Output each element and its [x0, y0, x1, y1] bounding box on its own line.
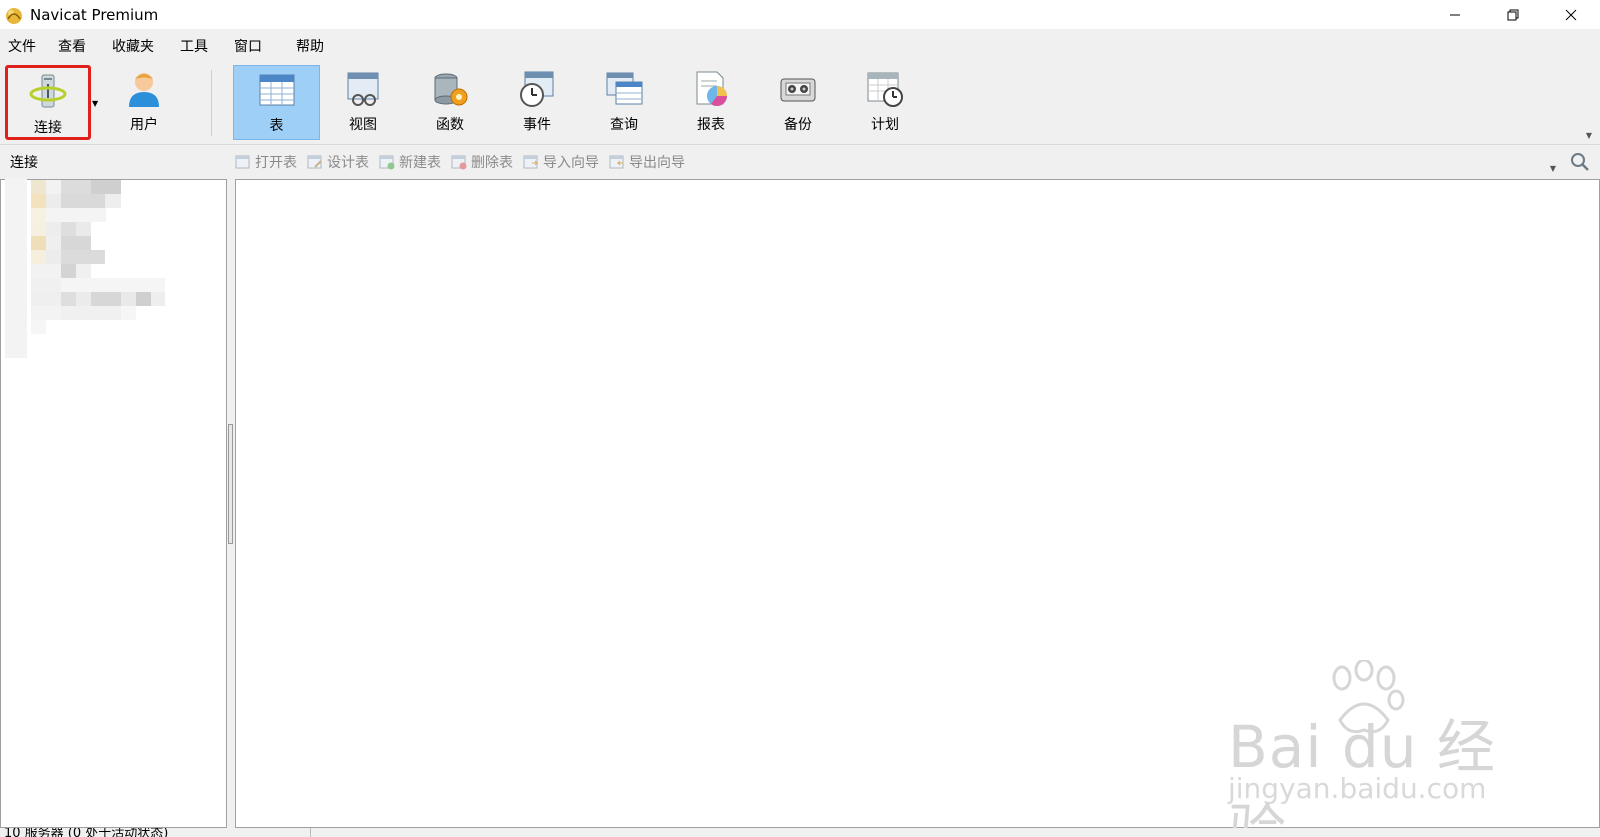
event-label: 事件 [523, 117, 551, 133]
window-controls [1426, 0, 1600, 29]
design-table-button[interactable]: 设计表 [307, 152, 369, 172]
menu-favorites[interactable]: 收藏夹 [104, 36, 162, 56]
search-icon[interactable] [1570, 152, 1590, 172]
table-button[interactable]: 表 [233, 65, 320, 140]
export-wizard-icon [609, 155, 624, 169]
connect-label: 连接 [34, 120, 62, 136]
window-title: Navicat Premium [30, 5, 159, 24]
import-wizard-button[interactable]: 导入向导 [523, 152, 599, 172]
object-toolbar: 打开表 设计表 新建表 删除表 导入向导 导出向导 [235, 146, 695, 178]
connection-panel-header: 连接 [10, 155, 38, 171]
query-icon [606, 72, 643, 105]
splitter-handle[interactable] [228, 424, 233, 544]
connect-button[interactable]: 连接 [5, 65, 91, 140]
app-window: Navicat Premium 文件 查看 收藏夹 工具 窗口 帮助 连接 ▼ … [0, 0, 1600, 837]
view-label: 视图 [349, 117, 377, 133]
connection-tree-panel[interactable] [0, 178, 227, 828]
menu-tools[interactable]: 工具 [172, 36, 216, 56]
minimize-icon [1450, 14, 1460, 15]
restore-button[interactable] [1484, 0, 1542, 29]
query-button[interactable]: 查询 [581, 65, 667, 140]
function-label: 函数 [436, 117, 464, 133]
menu-view[interactable]: 查看 [50, 36, 94, 56]
backup-label: 备份 [784, 117, 812, 133]
export-wizard-button[interactable]: 导出向导 [609, 152, 685, 172]
status-bar: 10 服务器 (0 处于活动状态) [0, 828, 1600, 837]
object-toolbar-overflow-icon[interactable]: ▼ [1550, 164, 1556, 173]
minimize-button[interactable] [1426, 0, 1484, 29]
connect-dropdown-icon[interactable]: ▼ [92, 99, 98, 108]
delete-table-icon [451, 155, 467, 170]
close-icon [1565, 9, 1577, 20]
schedule-icon [867, 72, 903, 107]
status-separator [310, 828, 311, 837]
watermark-url-text: jingyan.baidu.com [1228, 772, 1487, 805]
menu-file[interactable]: 文件 [0, 36, 44, 56]
import-wizard-label: 导入向导 [543, 155, 599, 171]
new-table-button[interactable]: 新建表 [379, 152, 441, 172]
table-label: 表 [269, 118, 284, 134]
title-bar: Navicat Premium [0, 0, 1600, 29]
new-table-label: 新建表 [399, 155, 441, 171]
new-table-icon [379, 155, 395, 170]
panel-splitter[interactable] [227, 179, 235, 828]
import-wizard-icon [523, 155, 539, 169]
query-label: 查询 [610, 117, 638, 133]
menu-window[interactable]: 窗口 [226, 36, 270, 56]
open-table-button[interactable]: 打开表 [235, 152, 297, 172]
restore-icon [1507, 9, 1519, 20]
open-table-icon [235, 155, 250, 169]
schedule-button[interactable]: 计划 [842, 65, 928, 140]
table-icon [259, 74, 294, 106]
main-toolbar: 连接 ▼ 用户 表 视图 函数 事件 查询 报表 备份 计划 ▼ [0, 62, 1600, 145]
backup-button[interactable]: 备份 [755, 65, 841, 140]
design-table-icon [307, 155, 322, 169]
menu-help[interactable]: 帮助 [288, 36, 332, 56]
close-button[interactable] [1542, 0, 1600, 29]
delete-table-button[interactable]: 删除表 [451, 152, 513, 172]
open-table-label: 打开表 [255, 155, 297, 171]
event-button[interactable]: 事件 [494, 65, 580, 140]
view-icon [347, 72, 379, 106]
toolbar-separator [211, 70, 212, 136]
toolbar-overflow-icon[interactable]: ▼ [1586, 131, 1592, 140]
user-label: 用户 [130, 117, 158, 133]
user-icon [129, 73, 159, 107]
user-button[interactable]: 用户 [101, 65, 187, 140]
navicat-logo-icon [6, 7, 22, 24]
function-button[interactable]: 函数 [407, 65, 493, 140]
event-icon [520, 71, 554, 107]
delete-table-label: 删除表 [471, 155, 513, 171]
backup-icon [780, 78, 816, 102]
function-icon [434, 73, 468, 106]
connection-icon [29, 74, 67, 108]
watermark-main-text: Bai du 经验 [1228, 713, 1496, 837]
report-icon [696, 71, 727, 106]
design-table-label: 设计表 [327, 155, 369, 171]
schedule-label: 计划 [871, 117, 899, 133]
status-text: 10 服务器 (0 处于活动状态) [4, 828, 169, 837]
menu-bar: 文件 查看 收藏夹 工具 窗口 帮助 [0, 29, 1600, 62]
view-button[interactable]: 视图 [320, 65, 406, 140]
report-button[interactable]: 报表 [668, 65, 754, 140]
object-toolbar-right: ▼ [1550, 150, 1590, 173]
baidu-jingyan-watermark: Bai du 经验 jingyan.baidu.com [1228, 660, 1528, 837]
export-wizard-label: 导出向导 [629, 155, 685, 171]
report-label: 报表 [697, 117, 725, 133]
